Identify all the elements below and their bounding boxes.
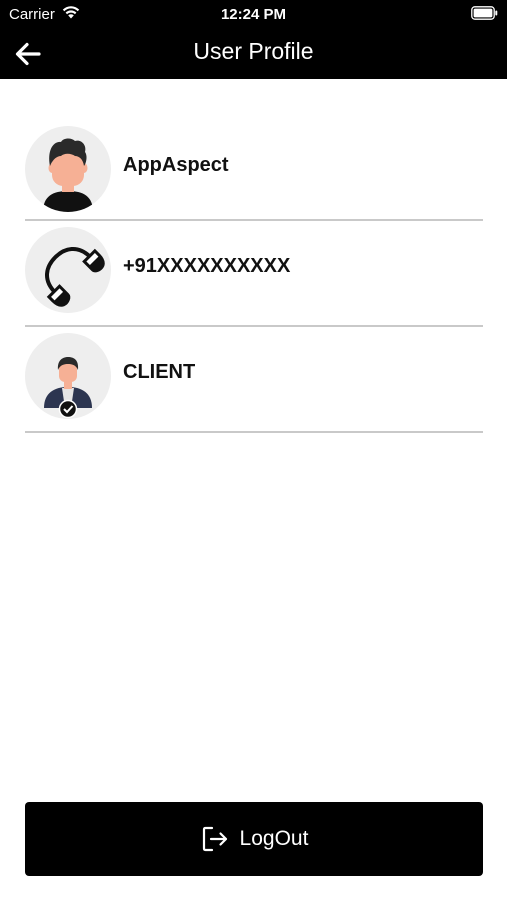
profile-phone: +91XXXXXXXXXX xyxy=(123,255,291,277)
profile-list: AppAspect +91XXXXXXXXXX CLIENT xyxy=(25,120,483,433)
user-avatar xyxy=(25,126,111,212)
status-bar: Carrier 12:24 PM xyxy=(0,0,507,28)
user-avatar-icon xyxy=(43,138,93,212)
phone-icon xyxy=(45,247,105,307)
client-role-icon xyxy=(44,357,92,419)
role-avatar xyxy=(25,333,111,419)
logout-label: LogOut xyxy=(239,827,309,850)
profile-name: AppAspect xyxy=(123,154,229,176)
profile-row-phone: +91XXXXXXXXXX xyxy=(25,221,483,327)
nav-bar: User Profile xyxy=(0,28,507,79)
logout-icon xyxy=(202,826,227,852)
status-time: 12:24 PM xyxy=(220,6,287,23)
profile-role: CLIENT xyxy=(123,361,196,383)
profile-row-name: AppAspect xyxy=(25,120,483,221)
profile-row-role: CLIENT xyxy=(25,327,483,433)
page-title: User Profile xyxy=(193,38,314,64)
phone-avatar xyxy=(25,227,111,313)
logout-button[interactable]: LogOut xyxy=(25,802,483,876)
battery-icon xyxy=(471,6,498,20)
